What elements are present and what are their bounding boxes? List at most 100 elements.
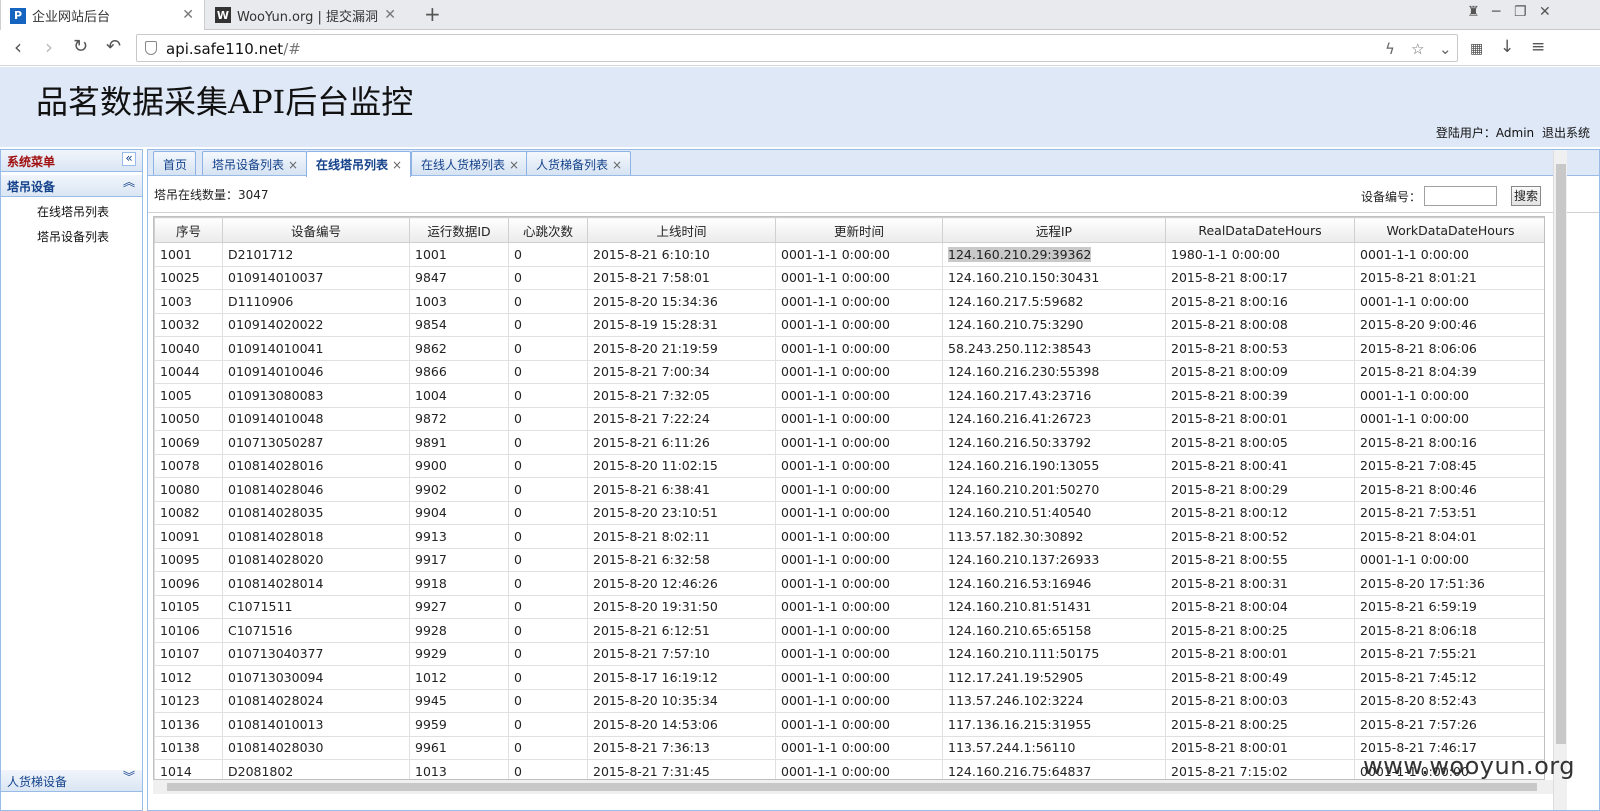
table-cell: 0001-1-1 0:00:00 [1354,383,1544,408]
table-cell: 010713040377 [222,641,410,666]
search-button[interactable]: 搜索 [1511,186,1541,206]
column-header[interactable]: RealDataDateHours [1165,217,1355,243]
table-cell: 1003 [409,289,509,314]
table-cell: 010814028016 [222,453,410,478]
menu-icon[interactable]: ≡ [1531,35,1545,59]
tab-crane-devices[interactable]: 塔吊设备列表 × [202,151,308,175]
table-cell: 2015-8-20 14:53:06 [587,712,776,737]
sidebar-group-elevator[interactable]: 人货梯设备 ︾ [1,770,142,792]
close-tab-icon[interactable]: ✕ [182,7,194,23]
column-header[interactable]: 设备编号 [222,217,410,243]
sidebar-group-title: 塔吊设备 [7,180,56,194]
table-row[interactable]: 1001 D2101712 1001 0 2015-8-21 6:10:10 0001-1… [154,242,1544,267]
sidebar-item-crane-devices[interactable]: 塔吊设备列表 [37,228,109,245]
column-header[interactable]: 远程IP [942,217,1166,243]
sidebar-group-tower-crane[interactable]: 塔吊设备 ︽ [1,175,142,197]
expand-down-icon[interactable]: ︾ [122,771,136,786]
table-cell: 0001-1-1 0:00:00 [775,336,943,361]
table-cell: 0001-1-1 0:00:00 [775,594,943,619]
table-row[interactable]: 10138 010814028030 9961 0 2015-8-21 7:36:13 0… [154,735,1544,760]
tab-home[interactable]: 首页 [153,151,197,175]
column-header[interactable]: 序号 [154,217,223,243]
table-cell: 0 [508,547,588,572]
table-cell: 2015-8-17 16:19:12 [587,665,776,690]
table-cell: 0 [508,477,588,502]
collapse-up-icon[interactable]: ︽ [122,176,136,191]
undo-icon[interactable]: ↶ [106,35,121,59]
lightning-icon[interactable]: ϟ [1385,40,1395,58]
table-cell: 10080 [154,477,223,502]
column-header[interactable]: 上线时间 [587,217,776,243]
table-row[interactable]: 10095 010814028020 9917 0 2015-8-21 6:32:58 0… [154,547,1544,572]
table-row[interactable]: 1012 010713030094 1012 0 2015-8-17 16:19:12 0… [154,665,1544,690]
table-row[interactable]: 10040 010914010041 9862 0 2015-8-20 21:19:59… [154,336,1544,361]
close-icon[interactable]: × [288,158,298,172]
table-cell: 0 [508,242,588,267]
skin-icon[interactable]: ♜ [1467,4,1480,20]
table-row[interactable]: 10044 010914010046 9866 0 2015-8-21 7:00:34 0… [154,359,1544,384]
table-row[interactable]: 1005 010913080083 1004 0 2015-8-21 7:32:05 00… [154,383,1544,408]
tab-online-elevators[interactable]: 在线人货梯列表 × [411,151,529,175]
table-row[interactable]: 10106 C1071516 9928 0 2015-8-21 6:12:51 0001-… [154,618,1544,643]
table-cell: D1110906 [222,289,410,314]
logout-link[interactable]: 退出系统 [1542,126,1590,140]
apps-grid-icon[interactable]: ▦ [1470,37,1483,61]
horizontal-scrollbar[interactable] [153,780,1553,794]
address-bar[interactable]: api.safe110.net/# ϟ ☆ ⌄ [136,34,1458,62]
column-header[interactable]: 心跳次数 [508,217,588,243]
table-row[interactable]: 10082 010814028035 9904 0 2015-8-20 23:10:51… [154,500,1544,525]
bookmark-star-icon[interactable]: ☆ [1411,40,1424,58]
column-header[interactable]: WorkDataDateHours [1354,217,1544,243]
scroll-thumb[interactable] [1556,164,1566,744]
sidebar-item-online-cranes[interactable]: 在线塔吊列表 [37,203,109,220]
column-header[interactable]: 运行数据ID [409,217,509,243]
table-cell: 0001-1-1 0:00:00 [1354,547,1544,572]
table-row[interactable]: 10032 010914020022 9854 0 2015-8-19 15:28:31… [154,312,1544,337]
table-row[interactable]: 10096 010814028014 9918 0 2015-8-20 12:46:26… [154,571,1544,596]
tab-online-cranes[interactable]: 在线塔吊列表 × [306,151,412,177]
vertical-scrollbar[interactable] [1553,150,1567,810]
chevron-down-icon[interactable]: ⌄ [1439,40,1452,58]
table-row[interactable]: 1003 D1110906 1003 0 2015-8-20 15:34:36 0001-… [154,289,1544,314]
table-cell: 2015-8-21 6:10:10 [587,242,776,267]
collapse-left-icon[interactable]: « [122,152,136,166]
table-cell: 0 [508,500,588,525]
browser-tab-active[interactable]: P 企业网站后台 ✕ [0,0,205,31]
table-row[interactable]: 10107 010713040377 9929 0 2015-8-21 7:57:10 0… [154,641,1544,666]
table-cell: 0 [508,265,588,290]
table-row[interactable]: 10080 010814028046 9902 0 2015-8-21 6:38:41 0… [154,477,1544,502]
minimize-icon[interactable]: ─ [1492,4,1500,20]
table-cell: 113.57.244.1:56110 [942,735,1166,760]
scroll-thumb[interactable] [167,783,1537,791]
column-header[interactable]: 更新时间 [775,217,943,243]
new-tab-icon[interactable]: + [424,2,441,26]
download-icon[interactable]: ↓ [1500,35,1514,59]
table-row[interactable]: 10069 010713050287 9891 0 2015-8-21 6:11:26 0… [154,430,1544,455]
maximize-icon[interactable]: ❐ [1514,4,1527,20]
close-icon[interactable]: × [509,158,519,172]
close-window-icon[interactable]: ✕ [1539,4,1551,20]
table-cell: 2015-8-20 11:02:15 [587,453,776,478]
watermark: www.wooyun.org [1363,752,1575,780]
reload-icon[interactable]: ↻ [73,35,88,59]
table-row[interactable]: 10123 010814028024 9945 0 2015-8-20 10:35:34… [154,688,1544,713]
table-row[interactable]: 1014 D2081802 1013 0 2015-8-21 7:31:45 0001-1… [154,759,1544,779]
table-row[interactable]: 10078 010814028016 9900 0 2015-8-20 11:02:15… [154,453,1544,478]
url-text[interactable]: api.safe110.net/# [166,40,301,58]
table-cell: 2015-8-20 17:51:36 [1354,571,1544,596]
site-favicon-icon: P [10,7,26,24]
device-number-input[interactable] [1424,186,1497,206]
close-tab-icon[interactable]: ✕ [384,7,396,23]
forward-icon[interactable]: › [45,35,53,59]
table-row[interactable]: 10136 010814010013 9959 0 2015-8-20 14:53:06… [154,712,1544,737]
table-row[interactable]: 10050 010914010048 9872 0 2015-8-21 7:22:24 0… [154,406,1544,431]
browser-tab-wooyun[interactable]: W WooYun.org | 提交漏洞 ✕ [206,0,406,30]
close-icon[interactable]: × [392,158,402,172]
table-row[interactable]: 10025 010914010037 9847 0 2015-8-21 7:58:01 0… [154,265,1544,290]
table-row[interactable]: 10091 010814028018 9913 0 2015-8-21 8:02:11 0… [154,524,1544,549]
table-cell: 0 [508,735,588,760]
back-icon[interactable]: ‹ [14,35,22,59]
close-icon[interactable]: × [612,158,622,172]
tab-elevator-devices[interactable]: 人货梯备列表 × [526,151,632,175]
table-row[interactable]: 10105 C1071511 9927 0 2015-8-20 19:31:50 0001… [154,594,1544,619]
